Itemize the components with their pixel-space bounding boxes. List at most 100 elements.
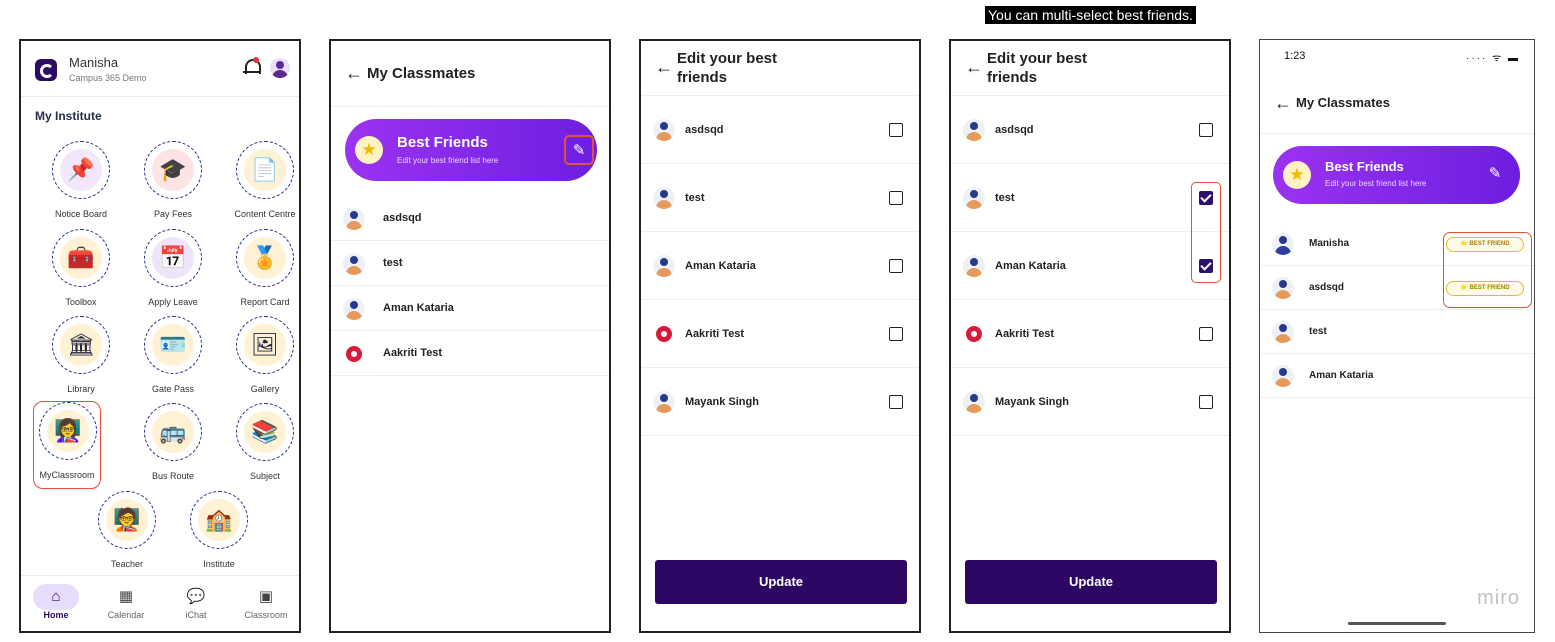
tile-label: Report Card xyxy=(240,297,290,307)
list-item[interactable]: Aakriti Test xyxy=(331,331,609,376)
list-item[interactable]: Aman Kataria xyxy=(641,232,919,300)
star-icon: ★ xyxy=(355,136,383,164)
tile-gate-pass[interactable]: 🪪 Gate Pass xyxy=(127,316,219,400)
list-item[interactable]: Aman Kataria xyxy=(1260,354,1534,398)
tile-teacher[interactable]: 🧑‍🏫 Teacher xyxy=(81,491,173,575)
student-avatar xyxy=(963,391,985,413)
student-avatar xyxy=(653,119,675,141)
tile-icon-ring: 🏫 xyxy=(190,491,248,549)
tile-label: Bus Route xyxy=(151,471,195,481)
back-arrow-icon[interactable]: ← xyxy=(965,57,983,77)
miro-watermark: miro xyxy=(1477,587,1520,609)
best-friend-checkbox[interactable] xyxy=(1199,327,1213,341)
nav-ichat[interactable]: 💬 iChat xyxy=(166,584,226,620)
tile-icon-ring: 🪪 xyxy=(144,316,202,374)
report-card-icon: 🏅 xyxy=(244,237,286,279)
back-arrow-icon[interactable]: ← xyxy=(655,57,673,77)
update-button[interactable]: Update xyxy=(965,560,1217,604)
student-name: Manisha xyxy=(1309,237,1350,249)
school-name: Campus 365 Demo xyxy=(69,73,147,83)
gallery-icon: 🖼 xyxy=(244,324,286,366)
edit-best-friends-selected-screen: ← Edit your best friends asdsqd test Aman … xyxy=(949,39,1231,633)
pencil-edit-icon[interactable]: ✎ xyxy=(1480,160,1510,190)
tile-label: Content Centre xyxy=(234,209,296,219)
list-item[interactable]: Aakriti Test xyxy=(951,300,1229,368)
list-item[interactable]: asdsqd xyxy=(641,96,919,164)
student-name: asdsqd xyxy=(383,212,422,224)
list-item[interactable]: asdsqd xyxy=(951,96,1229,164)
calendar-icon: ▦ xyxy=(118,588,134,605)
list-item[interactable]: Aakriti Test xyxy=(641,300,919,368)
student-avatar xyxy=(653,255,675,277)
back-arrow-icon[interactable]: ← xyxy=(345,63,363,83)
status-time: 1:23 xyxy=(1284,50,1306,62)
selection-highlight xyxy=(1191,182,1221,283)
tile-report-card[interactable]: 🏅 Report Card xyxy=(219,229,299,313)
pencil-edit-icon[interactable]: ✎ xyxy=(564,135,594,165)
best-friends-card[interactable]: ★ Best Friends Edit your best friend lis… xyxy=(1273,146,1520,204)
notice-board-icon: 📌 xyxy=(60,149,102,191)
best-friend-checkbox[interactable] xyxy=(889,123,903,137)
student-name: asdsqd xyxy=(685,123,724,136)
tile-label: Notice Board xyxy=(54,209,108,219)
list-item[interactable]: test xyxy=(331,241,609,286)
best-friends-subtitle: Edit your best friend list here xyxy=(397,156,499,165)
nav-calendar[interactable]: ▦ Calendar xyxy=(96,584,156,620)
list-item[interactable]: Mayank Singh xyxy=(951,368,1229,436)
tile-toolbox[interactable]: 🧰 Toolbox xyxy=(35,229,127,313)
list-item[interactable]: test xyxy=(951,164,1229,232)
nav-home[interactable]: ⌂ Home xyxy=(26,584,86,620)
tile-content-centre[interactable]: 📄 Content Centre xyxy=(219,141,299,225)
student-avatar xyxy=(963,187,985,209)
student-name: Aman Kataria xyxy=(995,259,1066,272)
content-document-icon: 📄 xyxy=(244,149,286,191)
list-item[interactable]: test xyxy=(1260,310,1534,354)
institute-building-icon: 🏫 xyxy=(198,499,240,541)
list-item[interactable]: Aman Kataria xyxy=(331,286,609,331)
profile-avatar[interactable] xyxy=(270,58,290,78)
best-friend-checkbox[interactable] xyxy=(889,191,903,205)
tile-subject[interactable]: 📚 Subject xyxy=(219,403,299,487)
classmates-screen: ← My Classmates ★ Best Friends Edit your… xyxy=(329,39,611,633)
tile-myclassroom[interactable]: 👩‍🏫 MyClassroom xyxy=(33,401,101,489)
tile-label: Pay Fees xyxy=(153,209,193,219)
student-name: asdsqd xyxy=(1309,281,1345,293)
back-arrow-icon[interactable]: ← xyxy=(1274,93,1292,113)
student-name: asdsqd xyxy=(995,123,1034,136)
best-friend-checkbox[interactable] xyxy=(889,327,903,341)
nav-classroom[interactable]: ▣ Classroom xyxy=(236,584,296,620)
tile-label: Gate Pass xyxy=(151,384,195,394)
tile-bus-route[interactable]: 🚌 Bus Route xyxy=(127,403,219,487)
best-friend-checkbox[interactable] xyxy=(1199,395,1213,409)
list-item[interactable]: Aman Kataria xyxy=(951,232,1229,300)
page-title: Edit your best friends xyxy=(677,50,778,86)
student-name: Aman Kataria xyxy=(1309,369,1374,381)
tile-icon-ring: 🏅 xyxy=(236,229,294,287)
calendar-leave-icon: 📅 xyxy=(152,237,194,279)
tile-institute[interactable]: 🏫 Institute xyxy=(173,491,265,575)
best-friends-title: Best Friends xyxy=(397,134,488,151)
best-friends-title: Best Friends xyxy=(1325,159,1404,174)
topbar: ← Edit your best friends xyxy=(641,41,919,96)
best-friend-checkbox[interactable] xyxy=(1199,123,1213,137)
tile-apply-leave[interactable]: 📅 Apply Leave xyxy=(127,229,219,313)
tile-library[interactable]: 🏛 Library xyxy=(35,316,127,400)
list-item[interactable]: test xyxy=(641,164,919,232)
tile-label: MyClassroom xyxy=(39,470,95,480)
update-button[interactable]: Update xyxy=(655,560,907,604)
tile-icon-ring: 📅 xyxy=(144,229,202,287)
notification-dot xyxy=(253,57,259,63)
tile-gallery[interactable]: 🖼 Gallery xyxy=(219,316,299,400)
tile-notice-board[interactable]: 📌 Notice Board xyxy=(35,141,127,225)
bus-icon: 🚌 xyxy=(152,411,194,453)
student-avatar xyxy=(1272,321,1294,343)
student-name: test xyxy=(995,191,1015,204)
tile-pay-fees[interactable]: 🎓 Pay Fees xyxy=(127,141,219,225)
best-friends-card[interactable]: ★ Best Friends Edit your best friend lis… xyxy=(345,119,597,181)
list-item[interactable]: asdsqd xyxy=(331,196,609,241)
student-avatar xyxy=(343,297,365,320)
best-friend-checkbox[interactable] xyxy=(889,259,903,273)
best-friend-checkbox[interactable] xyxy=(889,395,903,409)
student-name: test xyxy=(685,191,705,204)
list-item[interactable]: Mayank Singh xyxy=(641,368,919,436)
